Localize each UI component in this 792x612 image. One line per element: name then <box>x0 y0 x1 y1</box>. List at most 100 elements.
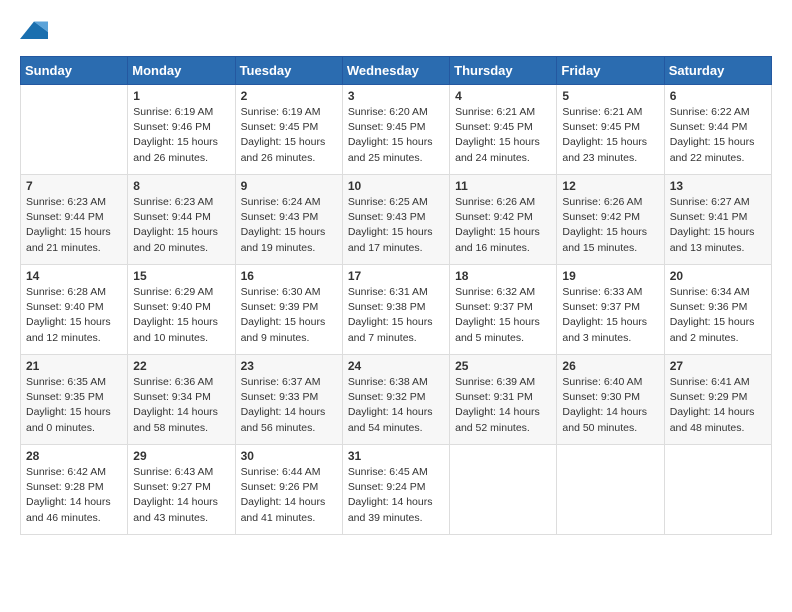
day-cell: 27 Sunrise: 6:41 AM Sunset: 9:29 PM Dayli… <box>664 355 771 445</box>
day-info: Sunrise: 6:44 AM Sunset: 9:26 PM Dayligh… <box>241 465 337 526</box>
day-number: 9 <box>241 179 337 193</box>
day-cell: 16 Sunrise: 6:30 AM Sunset: 9:39 PM Dayli… <box>235 265 342 355</box>
day-cell: 4 Sunrise: 6:21 AM Sunset: 9:45 PM Daylig… <box>450 85 557 175</box>
logo <box>20 18 50 46</box>
day-info: Sunrise: 6:21 AM Sunset: 9:45 PM Dayligh… <box>455 105 551 166</box>
day-cell: 14 Sunrise: 6:28 AM Sunset: 9:40 PM Dayli… <box>21 265 128 355</box>
day-cell: 17 Sunrise: 6:31 AM Sunset: 9:38 PM Dayli… <box>342 265 449 355</box>
day-number: 7 <box>26 179 122 193</box>
day-info: Sunrise: 6:36 AM Sunset: 9:34 PM Dayligh… <box>133 375 229 436</box>
day-number: 23 <box>241 359 337 373</box>
week-row-1: 1 Sunrise: 6:19 AM Sunset: 9:46 PM Daylig… <box>21 85 772 175</box>
week-row-2: 7Sunrise: 6:23 AM Sunset: 9:44 PM Daylig… <box>21 175 772 265</box>
day-info: Sunrise: 6:19 AM Sunset: 9:46 PM Dayligh… <box>133 105 229 166</box>
day-number: 24 <box>348 359 444 373</box>
day-info: Sunrise: 6:20 AM Sunset: 9:45 PM Dayligh… <box>348 105 444 166</box>
day-cell: 6 Sunrise: 6:22 AM Sunset: 9:44 PM Daylig… <box>664 85 771 175</box>
day-cell <box>664 445 771 535</box>
day-info: Sunrise: 6:31 AM Sunset: 9:38 PM Dayligh… <box>348 285 444 346</box>
day-number: 5 <box>562 89 658 103</box>
day-number: 12 <box>562 179 658 193</box>
day-number: 31 <box>348 449 444 463</box>
day-number: 26 <box>562 359 658 373</box>
day-number: 28 <box>26 449 122 463</box>
day-number: 29 <box>133 449 229 463</box>
day-cell: 8Sunrise: 6:23 AM Sunset: 9:44 PM Daylig… <box>128 175 235 265</box>
day-info: Sunrise: 6:28 AM Sunset: 9:40 PM Dayligh… <box>26 285 122 346</box>
week-row-5: 28 Sunrise: 6:42 AM Sunset: 9:28 PM Dayli… <box>21 445 772 535</box>
day-number: 17 <box>348 269 444 283</box>
day-cell: 19Sunrise: 6:33 AM Sunset: 9:37 PM Dayli… <box>557 265 664 355</box>
day-number: 1 <box>133 89 229 103</box>
header-cell-wednesday: Wednesday <box>342 57 449 85</box>
day-info: Sunrise: 6:42 AM Sunset: 9:28 PM Dayligh… <box>26 465 122 526</box>
day-number: 21 <box>26 359 122 373</box>
day-info: Sunrise: 6:32 AM Sunset: 9:37 PM Dayligh… <box>455 285 551 346</box>
day-number: 18 <box>455 269 551 283</box>
day-cell: 7Sunrise: 6:23 AM Sunset: 9:44 PM Daylig… <box>21 175 128 265</box>
day-cell: 18 Sunrise: 6:32 AM Sunset: 9:37 PM Dayli… <box>450 265 557 355</box>
day-number: 19 <box>562 269 658 283</box>
day-cell: 12 Sunrise: 6:26 AM Sunset: 9:42 PM Dayli… <box>557 175 664 265</box>
day-info: Sunrise: 6:27 AM Sunset: 9:41 PM Dayligh… <box>670 195 766 256</box>
week-row-3: 14 Sunrise: 6:28 AM Sunset: 9:40 PM Dayli… <box>21 265 772 355</box>
calendar-header: SundayMondayTuesdayWednesdayThursdayFrid… <box>21 57 772 85</box>
header-row: SundayMondayTuesdayWednesdayThursdayFrid… <box>21 57 772 85</box>
day-info: Sunrise: 6:29 AM Sunset: 9:40 PM Dayligh… <box>133 285 229 346</box>
day-number: 2 <box>241 89 337 103</box>
day-number: 22 <box>133 359 229 373</box>
day-number: 8 <box>133 179 229 193</box>
day-number: 10 <box>348 179 444 193</box>
day-number: 25 <box>455 359 551 373</box>
day-number: 11 <box>455 179 551 193</box>
day-cell: 28 Sunrise: 6:42 AM Sunset: 9:28 PM Dayli… <box>21 445 128 535</box>
day-info: Sunrise: 6:41 AM Sunset: 9:29 PM Dayligh… <box>670 375 766 436</box>
day-info: Sunrise: 6:30 AM Sunset: 9:39 PM Dayligh… <box>241 285 337 346</box>
day-cell: 2Sunrise: 6:19 AM Sunset: 9:45 PM Daylig… <box>235 85 342 175</box>
day-cell: 9 Sunrise: 6:24 AM Sunset: 9:43 PM Daylig… <box>235 175 342 265</box>
day-info: Sunrise: 6:43 AM Sunset: 9:27 PM Dayligh… <box>133 465 229 526</box>
day-cell <box>21 85 128 175</box>
day-cell <box>557 445 664 535</box>
day-cell: 22 Sunrise: 6:36 AM Sunset: 9:34 PM Dayli… <box>128 355 235 445</box>
day-cell: 23 Sunrise: 6:37 AM Sunset: 9:33 PM Dayli… <box>235 355 342 445</box>
day-cell <box>450 445 557 535</box>
day-number: 14 <box>26 269 122 283</box>
day-cell: 21Sunrise: 6:35 AM Sunset: 9:35 PM Dayli… <box>21 355 128 445</box>
day-cell: 29 Sunrise: 6:43 AM Sunset: 9:27 PM Dayli… <box>128 445 235 535</box>
day-cell: 30Sunrise: 6:44 AM Sunset: 9:26 PM Dayli… <box>235 445 342 535</box>
day-info: Sunrise: 6:21 AM Sunset: 9:45 PM Dayligh… <box>562 105 658 166</box>
page: SundayMondayTuesdayWednesdayThursdayFrid… <box>0 0 792 555</box>
day-info: Sunrise: 6:26 AM Sunset: 9:42 PM Dayligh… <box>455 195 551 256</box>
day-info: Sunrise: 6:22 AM Sunset: 9:44 PM Dayligh… <box>670 105 766 166</box>
day-info: Sunrise: 6:26 AM Sunset: 9:42 PM Dayligh… <box>562 195 658 256</box>
day-info: Sunrise: 6:24 AM Sunset: 9:43 PM Dayligh… <box>241 195 337 256</box>
day-cell: 26Sunrise: 6:40 AM Sunset: 9:30 PM Dayli… <box>557 355 664 445</box>
header-cell-monday: Monday <box>128 57 235 85</box>
header-cell-sunday: Sunday <box>21 57 128 85</box>
day-cell: 25Sunrise: 6:39 AM Sunset: 9:31 PM Dayli… <box>450 355 557 445</box>
week-row-4: 21Sunrise: 6:35 AM Sunset: 9:35 PM Dayli… <box>21 355 772 445</box>
day-cell: 5 Sunrise: 6:21 AM Sunset: 9:45 PM Daylig… <box>557 85 664 175</box>
header-cell-saturday: Saturday <box>664 57 771 85</box>
header <box>20 10 772 46</box>
header-cell-friday: Friday <box>557 57 664 85</box>
day-number: 4 <box>455 89 551 103</box>
day-info: Sunrise: 6:37 AM Sunset: 9:33 PM Dayligh… <box>241 375 337 436</box>
calendar-body: 1 Sunrise: 6:19 AM Sunset: 9:46 PM Daylig… <box>21 85 772 535</box>
day-number: 15 <box>133 269 229 283</box>
day-cell: 1 Sunrise: 6:19 AM Sunset: 9:46 PM Daylig… <box>128 85 235 175</box>
day-cell: 3Sunrise: 6:20 AM Sunset: 9:45 PM Daylig… <box>342 85 449 175</box>
day-cell: 24Sunrise: 6:38 AM Sunset: 9:32 PM Dayli… <box>342 355 449 445</box>
header-cell-thursday: Thursday <box>450 57 557 85</box>
day-cell: 20 Sunrise: 6:34 AM Sunset: 9:36 PM Dayli… <box>664 265 771 355</box>
day-number: 27 <box>670 359 766 373</box>
day-number: 16 <box>241 269 337 283</box>
day-number: 6 <box>670 89 766 103</box>
header-cell-tuesday: Tuesday <box>235 57 342 85</box>
day-info: Sunrise: 6:25 AM Sunset: 9:43 PM Dayligh… <box>348 195 444 256</box>
day-number: 20 <box>670 269 766 283</box>
day-info: Sunrise: 6:34 AM Sunset: 9:36 PM Dayligh… <box>670 285 766 346</box>
day-cell: 15 Sunrise: 6:29 AM Sunset: 9:40 PM Dayli… <box>128 265 235 355</box>
calendar-table: SundayMondayTuesdayWednesdayThursdayFrid… <box>20 56 772 535</box>
